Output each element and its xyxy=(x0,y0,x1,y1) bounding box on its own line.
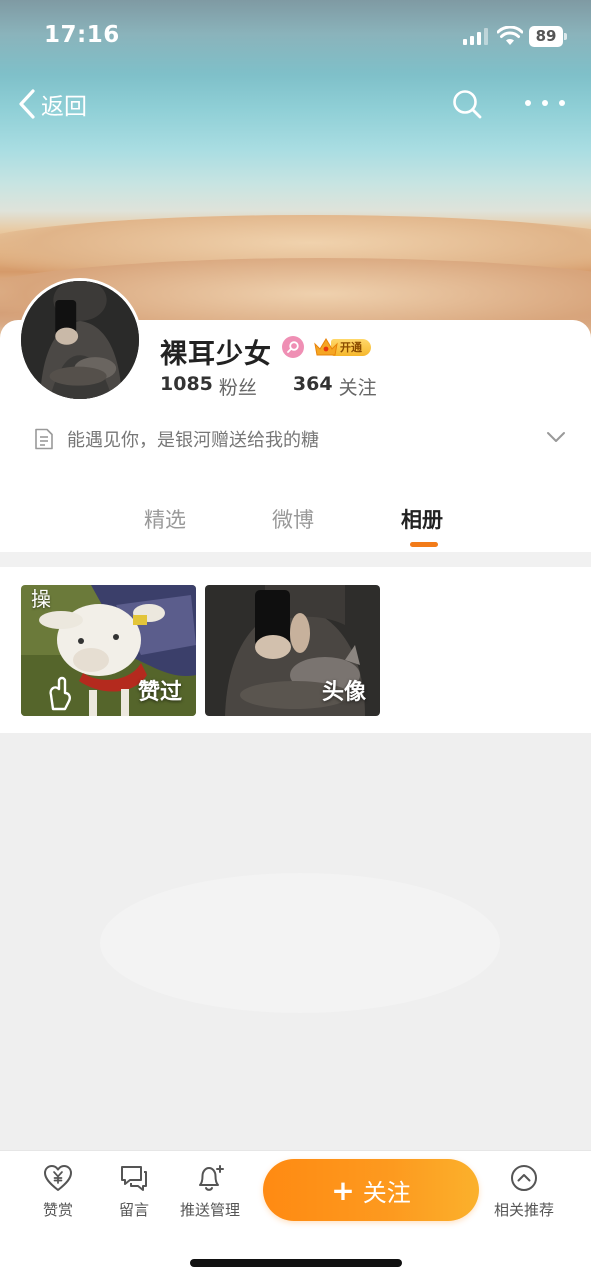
message-label: 留言 xyxy=(118,1201,149,1219)
crown-icon xyxy=(314,338,338,356)
avatar[interactable] xyxy=(18,278,142,402)
album-grid: 操 赞过 头像 xyxy=(0,567,591,733)
chevron-down-icon[interactable] xyxy=(546,430,566,444)
username: 裸耳少女 xyxy=(160,339,272,370)
avatar-image xyxy=(21,281,139,399)
following-stat[interactable]: 364 关注 xyxy=(293,373,377,400)
follow-label: 关注 xyxy=(362,1178,411,1207)
battery-indicator: 89 xyxy=(529,26,567,47)
push-settings-button[interactable]: 推送管理 xyxy=(172,1163,248,1220)
more-dot-icon xyxy=(525,100,531,106)
album-thumb-corner-text: 操 xyxy=(31,587,51,611)
tab-album[interactable]: 相册 xyxy=(401,504,443,534)
album-thumb-label: 赞过 xyxy=(137,680,182,705)
push-settings-label: 推送管理 xyxy=(179,1201,240,1219)
tab-active-indicator xyxy=(410,542,438,547)
heart-yen-icon xyxy=(44,1165,72,1191)
profile-tabs: 精选 微博 相册 xyxy=(0,500,591,552)
reward-button[interactable]: 赞赏 xyxy=(20,1163,96,1220)
home-indicator[interactable] xyxy=(190,1259,402,1267)
status-bar: 17:16 89 xyxy=(0,0,591,72)
plus-icon: + xyxy=(331,1173,355,1207)
battery-level: 89 xyxy=(529,26,563,47)
bell-plus-icon xyxy=(199,1165,224,1191)
battery-tip xyxy=(564,33,567,40)
empty-placeholder xyxy=(100,873,500,1013)
tab-weibo[interactable]: 微博 xyxy=(272,504,314,534)
back-button[interactable]: 返回 xyxy=(16,86,87,122)
reward-label: 赞赏 xyxy=(42,1201,73,1219)
verified-badge-icon[interactable] xyxy=(282,336,304,358)
search-icon[interactable] xyxy=(451,88,483,120)
document-icon xyxy=(35,428,53,450)
search-heart-icon xyxy=(287,341,299,353)
profile-stats: 1085 粉丝 364 关注 xyxy=(160,373,377,400)
status-time: 17:16 xyxy=(44,22,120,48)
followers-count: 1085 xyxy=(160,373,213,395)
empty-content-area xyxy=(0,733,591,1150)
related-recommend-label: 相关推荐 xyxy=(493,1201,554,1219)
message-button[interactable]: 留言 xyxy=(96,1163,172,1220)
tab-featured[interactable]: 精选 xyxy=(144,504,186,534)
followers-stat[interactable]: 1085 粉丝 xyxy=(160,373,257,400)
bio-row[interactable]: 能遇见你，是银河赠送给我的糖 xyxy=(34,424,574,454)
chat-bubble-icon xyxy=(121,1166,147,1191)
followers-label: 粉丝 xyxy=(218,377,257,399)
vip-open-badge[interactable]: 开通 xyxy=(313,336,371,358)
chevron-left-icon xyxy=(19,89,35,119)
more-options-button[interactable] xyxy=(525,96,565,110)
related-recommend-button[interactable]: 相关推荐 xyxy=(486,1163,562,1220)
following-label: 关注 xyxy=(338,377,377,399)
back-label: 返回 xyxy=(41,94,87,120)
more-dot-icon xyxy=(559,100,565,106)
wifi-icon xyxy=(497,26,523,45)
cellular-signal-icon xyxy=(463,28,488,45)
more-dot-icon xyxy=(542,100,548,106)
album-thumb-label: 头像 xyxy=(321,680,366,705)
bio-text: 能遇见你，是银河赠送给我的糖 xyxy=(67,430,319,451)
bottom-action-bar: 赞赏 留言 推送管理 + 关注 相关推荐 xyxy=(0,1150,591,1280)
follow-button[interactable]: + 关注 xyxy=(263,1159,479,1221)
chevron-up-circle-icon xyxy=(511,1165,537,1191)
following-count: 364 xyxy=(292,373,333,395)
album-thumb-avatar[interactable]: 头像 xyxy=(205,585,380,716)
album-thumb-liked[interactable]: 操 赞过 xyxy=(21,585,196,716)
